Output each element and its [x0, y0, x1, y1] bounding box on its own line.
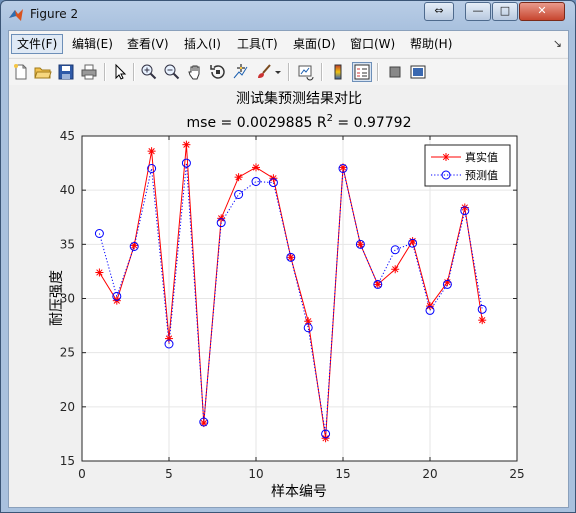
- matlab-logo-icon: [8, 7, 24, 23]
- figure-client-area: 文件(F) 编辑(E) 查看(V) 插入(I) 工具(T) 桌面(D) 窗口(W…: [8, 30, 569, 508]
- insert-colorbar-icon[interactable]: [329, 63, 347, 81]
- toolbar-separator: [377, 63, 379, 81]
- insert-legend-icon[interactable]: [352, 62, 372, 82]
- menu-overflow-icon[interactable]: ↘: [553, 37, 562, 50]
- save-icon[interactable]: [57, 63, 75, 81]
- y-tick-label: 25: [60, 346, 75, 360]
- x-tick-label: 25: [509, 467, 524, 481]
- minimize-button[interactable]: —: [465, 2, 491, 21]
- toolbar-separator: [133, 63, 135, 81]
- select-arrow-icon[interactable]: [111, 63, 129, 81]
- chart-subtitle: mse = 0.0029885 R2 = 0.97792: [187, 113, 412, 131]
- zoom-out-icon[interactable]: [163, 63, 181, 81]
- toolbar-separator: [288, 63, 290, 81]
- data-point-true: [182, 140, 191, 149]
- legend-label-pred: 预测值: [465, 169, 498, 182]
- x-tick-label: 5: [165, 467, 173, 481]
- data-point-true: [95, 268, 104, 277]
- x-axis-label: 样本编号: [271, 484, 327, 500]
- show-plot-tools-icon[interactable]: [409, 63, 427, 81]
- menu-bar: 文件(F) 编辑(E) 查看(V) 插入(I) 工具(T) 桌面(D) 窗口(W…: [9, 31, 568, 57]
- y-axis-label: 耐压强度: [49, 270, 65, 326]
- hide-plot-tools-icon[interactable]: [386, 63, 404, 81]
- data-point-true: [147, 147, 156, 156]
- chart-title: 测试集预测结果对比: [236, 90, 362, 107]
- restore-button[interactable]: ⇔: [424, 2, 454, 21]
- close-button[interactable]: ✕: [519, 2, 565, 21]
- x-tick-label: 20: [422, 467, 437, 481]
- data-point-true: [478, 316, 487, 325]
- brush-dropdown-icon[interactable]: [273, 63, 283, 81]
- y-tick-label: 35: [60, 237, 75, 251]
- new-figure-icon[interactable]: [12, 63, 30, 81]
- data-cursor-icon[interactable]: [232, 63, 250, 81]
- menu-help[interactable]: 帮助(H): [405, 34, 457, 54]
- data-point-true: [391, 265, 400, 274]
- x-tick-label: 15: [335, 467, 350, 481]
- data-point-true: [252, 163, 260, 172]
- figure-toolbar: [9, 58, 568, 86]
- legend-label-true: 真实值: [465, 150, 498, 164]
- title-bar[interactable]: Figure 2 ⇔ — □ ✕: [1, 1, 575, 29]
- x-tick-label: 0: [78, 467, 86, 481]
- print-icon[interactable]: [80, 63, 98, 81]
- data-point-true: [234, 173, 243, 182]
- menu-edit[interactable]: 编辑(E): [67, 34, 118, 54]
- legend[interactable]: 真实值 预测值: [424, 144, 511, 187]
- figure-window: Figure 2 ⇔ — □ ✕ 文件(F) 编辑(E) 查看(V) 插入(I)…: [0, 0, 576, 513]
- chart[interactable]: 0 5 10 15 20 2515202530354045 测试集预测结果对比 mse =…: [9, 85, 568, 507]
- figure-canvas: 0 5 10 15 20 25 15 20 25 30 35 40 45 测试集预测结果对比 mse =…: [9, 85, 568, 507]
- legend-asterisk: [442, 153, 450, 161]
- rotate-3d-icon[interactable]: [209, 63, 227, 81]
- x-tick-label: 10: [248, 467, 263, 481]
- toolbar-separator: [104, 63, 106, 81]
- subtitle-suffix: = 0.97792: [333, 115, 412, 131]
- pan-hand-icon[interactable]: [186, 63, 204, 81]
- y-tick-label: 15: [60, 454, 75, 468]
- brush-icon[interactable]: [255, 63, 273, 81]
- menu-desktop[interactable]: 桌面(D): [288, 34, 341, 54]
- zoom-in-icon[interactable]: [140, 63, 158, 81]
- menu-view[interactable]: 查看(V): [122, 34, 174, 54]
- open-file-icon[interactable]: [34, 63, 52, 81]
- menu-insert[interactable]: 插入(I): [179, 34, 226, 54]
- link-plot-icon[interactable]: [297, 63, 315, 81]
- window-title: Figure 2: [30, 7, 79, 21]
- subtitle-prefix: mse = 0.0029885 R: [187, 115, 327, 131]
- menu-file[interactable]: 文件(F): [11, 34, 64, 54]
- menu-window[interactable]: 窗口(W): [345, 34, 400, 54]
- toolbar-separator: [321, 63, 323, 81]
- y-tick-label: 20: [60, 400, 75, 414]
- menu-tools[interactable]: 工具(T): [232, 34, 283, 54]
- maximize-button[interactable]: □: [492, 2, 518, 21]
- y-tick-label: 40: [60, 183, 75, 197]
- legend-marker-true: [442, 153, 450, 161]
- y-tick-label: 45: [60, 129, 75, 143]
